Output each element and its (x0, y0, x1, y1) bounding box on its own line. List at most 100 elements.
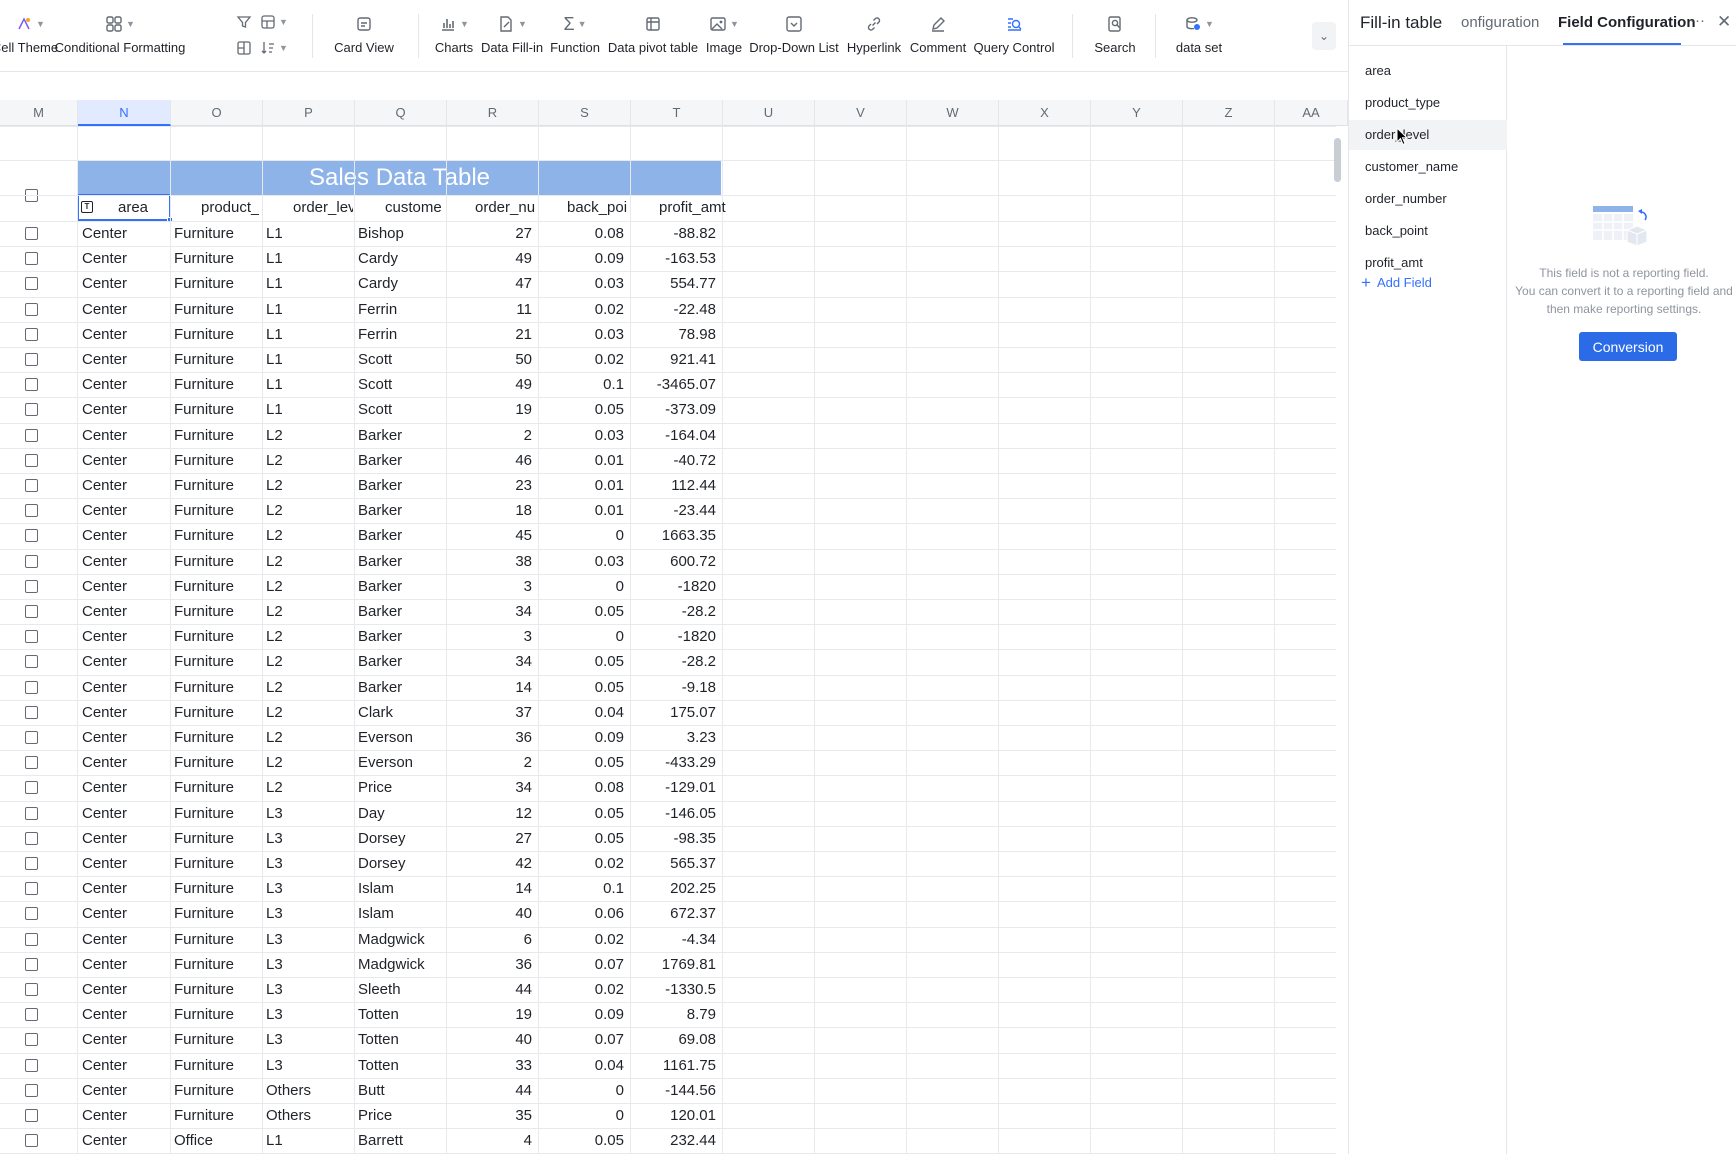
row-checkbox[interactable] (25, 277, 38, 290)
table-cell[interactable]: Center (82, 423, 168, 448)
table-cell[interactable]: -163.53 (634, 246, 716, 271)
table-cell[interactable]: 112.44 (634, 473, 716, 498)
table-cell[interactable]: L2 (266, 700, 352, 725)
table-cell[interactable]: 0.08 (542, 221, 624, 246)
image-button[interactable]: ▼ Image (702, 10, 746, 64)
table-cell[interactable]: -98.35 (634, 826, 716, 851)
table-cell[interactable]: Furniture (174, 851, 260, 876)
table-cell[interactable]: 23 (450, 473, 532, 498)
table-cell[interactable]: L3 (266, 1053, 352, 1078)
table-cell[interactable]: Sleeth (358, 977, 444, 1002)
table-cell[interactable]: Others (266, 1103, 352, 1128)
row-checkbox[interactable] (25, 555, 38, 568)
table-header-cell[interactable]: order_lev (293, 195, 353, 220)
table-cell[interactable]: Everson (358, 725, 444, 750)
table-cell[interactable]: Furniture (174, 876, 260, 901)
table-cell[interactable]: 36 (450, 725, 532, 750)
row-checkbox[interactable] (25, 807, 38, 820)
row-checkbox[interactable] (25, 1008, 38, 1021)
table-cell[interactable]: 0.06 (542, 901, 624, 926)
table-cell[interactable]: Barker (358, 423, 444, 448)
table-cell[interactable]: 0 (542, 1078, 624, 1103)
table-cell[interactable]: Barker (358, 649, 444, 674)
table-cell[interactable]: Day (358, 801, 444, 826)
spreadsheet-grid[interactable]: Sales Data Table T area product_ order_lev… (0, 126, 1348, 1154)
table-cell[interactable]: 0.03 (542, 322, 624, 347)
row-checkbox[interactable] (25, 1134, 38, 1147)
row-checkbox[interactable] (25, 857, 38, 870)
conversion-button[interactable]: Conversion (1579, 332, 1677, 361)
row-checkbox[interactable] (25, 227, 38, 240)
table-cell[interactable]: L1 (266, 246, 352, 271)
table-cell[interactable]: Others (266, 1078, 352, 1103)
table-cell[interactable]: 40 (450, 901, 532, 926)
table-cell[interactable]: L1 (266, 221, 352, 246)
column-header-m[interactable]: M (0, 100, 78, 126)
table-cell[interactable]: Furniture (174, 297, 260, 322)
drop-down-list-button[interactable]: Drop-Down List (749, 10, 839, 64)
table-cell[interactable]: Furniture (174, 574, 260, 599)
data-pivot-table-button[interactable]: Data pivot table (608, 10, 698, 64)
table-cell[interactable]: 0.05 (542, 801, 624, 826)
table-cell[interactable]: Furniture (174, 624, 260, 649)
table-cell[interactable]: 21 (450, 322, 532, 347)
table-cell[interactable]: Center (82, 801, 168, 826)
table-cell[interactable]: 0 (542, 1103, 624, 1128)
row-checkbox[interactable] (25, 303, 38, 316)
row-checkbox[interactable] (25, 756, 38, 769)
table-cell[interactable]: 44 (450, 1078, 532, 1103)
table-cell[interactable]: 0.01 (542, 448, 624, 473)
table-cell[interactable]: 672.37 (634, 901, 716, 926)
field-item-customer-name[interactable]: customer_name (1349, 152, 1507, 182)
table-cell[interactable]: 33 (450, 1053, 532, 1078)
row-checkbox[interactable] (25, 605, 38, 618)
column-header-w[interactable]: W (907, 100, 999, 126)
table-cell[interactable]: 37 (450, 700, 532, 725)
table-header-cell[interactable]: back_poi (567, 195, 627, 220)
table-cell[interactable]: -4.34 (634, 927, 716, 952)
table-cell[interactable]: 0.02 (542, 927, 624, 952)
table-cell[interactable]: Furniture (174, 1103, 260, 1128)
table-cell[interactable]: -146.05 (634, 801, 716, 826)
sort-button[interactable]: ▼ (260, 40, 288, 56)
table-cell[interactable]: Center (82, 599, 168, 624)
table-style-button[interactable]: ▼ (260, 14, 288, 30)
column-header-p[interactable]: P (263, 100, 355, 126)
column-header-s[interactable]: S (539, 100, 631, 126)
table-cell[interactable]: 34 (450, 775, 532, 800)
table-cell[interactable]: 0.02 (542, 297, 624, 322)
table-cell[interactable]: Center (82, 246, 168, 271)
column-header-q[interactable]: Q (355, 100, 447, 126)
table-cell[interactable]: 1663.35 (634, 523, 716, 548)
table-cell[interactable]: 49 (450, 372, 532, 397)
table-cell[interactable]: 0.07 (542, 1027, 624, 1052)
table-cell[interactable]: 120.01 (634, 1103, 716, 1128)
row-checkbox[interactable] (25, 958, 38, 971)
table-cell[interactable]: 0.03 (542, 423, 624, 448)
table-cell[interactable]: Center (82, 297, 168, 322)
table-cell[interactable]: Center (82, 1078, 168, 1103)
row-checkbox[interactable] (25, 479, 38, 492)
table-cell[interactable]: Furniture (174, 700, 260, 725)
query-control-button[interactable]: Query Control (974, 10, 1054, 64)
row-checkbox[interactable] (25, 681, 38, 694)
column-header-x[interactable]: X (999, 100, 1091, 126)
column-header-y[interactable]: Y (1091, 100, 1183, 126)
table-cell[interactable]: 34 (450, 599, 532, 624)
table-cell[interactable]: Butt (358, 1078, 444, 1103)
table-cell[interactable]: 600.72 (634, 549, 716, 574)
table-cell[interactable]: 0.05 (542, 1128, 624, 1153)
table-cell[interactable]: 34 (450, 649, 532, 674)
table-cell[interactable]: Furniture (174, 397, 260, 422)
table-cell[interactable]: 3 (450, 624, 532, 649)
table-cell[interactable]: L3 (266, 901, 352, 926)
row-checkbox[interactable] (25, 630, 38, 643)
table-cell[interactable]: 19 (450, 1002, 532, 1027)
table-cell[interactable]: Cardy (358, 271, 444, 296)
table-cell[interactable]: Barker (358, 624, 444, 649)
table-cell[interactable]: L2 (266, 423, 352, 448)
table-cell[interactable]: -129.01 (634, 775, 716, 800)
table-cell[interactable]: 202.25 (634, 876, 716, 901)
table-cell[interactable]: 0 (542, 624, 624, 649)
table-cell[interactable]: -28.2 (634, 649, 716, 674)
